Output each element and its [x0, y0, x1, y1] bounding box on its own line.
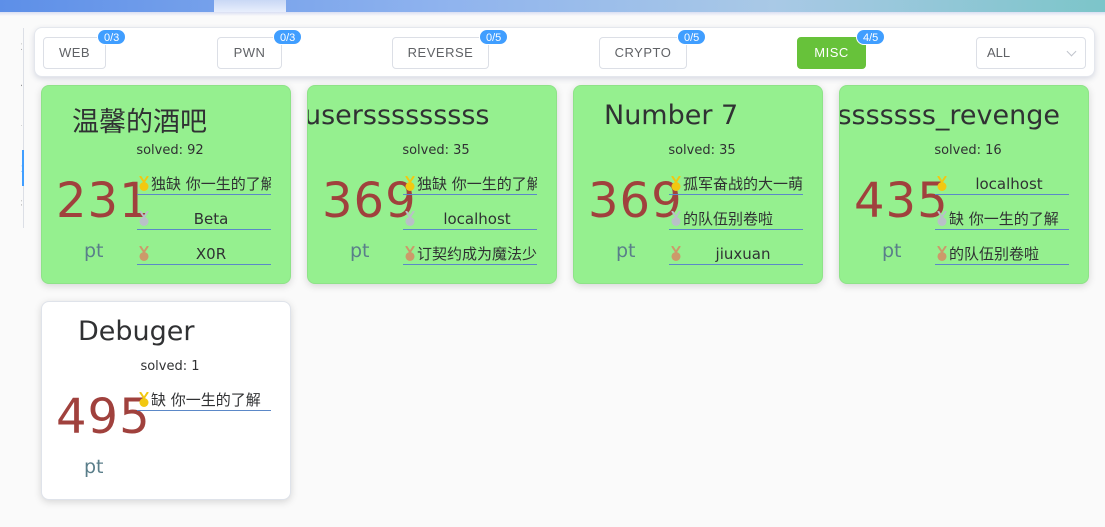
solved-count: solved: 16	[934, 143, 1002, 158]
category-label: MISC	[814, 45, 849, 60]
solver-row-first: localhost	[935, 173, 1069, 195]
solver-row-first: 独缺 你一生的了解	[137, 173, 271, 195]
top-nav-bar	[0, 0, 1105, 12]
category-web-button[interactable]: WEB	[43, 37, 106, 69]
solver-row-second: 的队伍别卷啦	[669, 208, 803, 230]
sidebar-item-label: 题	[21, 160, 22, 175]
top-nav-shadow	[0, 12, 1105, 16]
solver-row-first: 独缺 你一生的了解	[403, 173, 537, 195]
category-misc-button[interactable]: MISC	[797, 37, 866, 69]
solved-count: solved: 1	[140, 359, 200, 374]
solver-name: 缺 你一生的了解	[151, 391, 261, 409]
bronze-medal-icon	[937, 246, 947, 261]
category-crypto-button[interactable]: CRYPTO	[599, 37, 687, 69]
solver-name: 独缺 你一生的了解	[417, 175, 537, 193]
gold-medal-icon	[937, 176, 947, 191]
gold-medal-icon	[405, 176, 415, 191]
solver-name: 独缺 你一生的了解	[151, 175, 271, 193]
sidebar-item-1[interactable]: 题	[0, 30, 22, 62]
sidebar-item-2[interactable]: 伍	[0, 72, 22, 104]
category-reverse-button[interactable]: REVERSE	[392, 37, 489, 69]
bronze-medal-icon	[671, 246, 681, 261]
category-label: WEB	[58, 45, 91, 60]
category-crypto-badge: 0/5	[677, 29, 707, 45]
solver-row-first: 孤军奋战的大一萌新	[669, 173, 803, 195]
category-label: CRYPTO	[614, 45, 672, 60]
solver-row-second: Beta	[137, 208, 271, 230]
solver-row-second: localhost	[403, 208, 537, 230]
gold-medal-icon	[139, 392, 149, 407]
challenge-title: usersssssssss	[307, 100, 490, 131]
challenge-title: Number 7	[604, 100, 739, 131]
category-misc-badge: 4/5	[856, 29, 886, 45]
category-web-badge: 0/3	[97, 29, 127, 45]
solver-name: localhost	[975, 175, 1043, 193]
solved-count: solved: 35	[402, 143, 470, 158]
category-label: PWN	[233, 45, 266, 60]
challenge-card[interactable]: Debuger solved: 1 495 pt 缺 你一生的了解	[41, 301, 291, 500]
solver-name: localhost	[443, 210, 511, 228]
sidebar-item-label: 题	[21, 38, 22, 53]
gold-medal-icon	[139, 176, 149, 191]
solver-row-third: 订契约成为魔法少女	[403, 243, 537, 265]
solver-name: 孤军奋战的大一萌新	[683, 175, 803, 193]
solver-row-second: 缺 你一生的了解	[935, 208, 1069, 230]
challenge-card[interactable]: 温馨的酒吧 solved: 92 231 pt 独缺 你一生的了解 Beta X…	[41, 85, 291, 284]
solver-row-third: jiuxuan	[669, 243, 803, 265]
sidebar-item-3[interactable]: 告	[0, 112, 22, 144]
sidebar-item-label: 告	[21, 120, 22, 135]
difficulty-select[interactable]: ALL	[976, 37, 1086, 69]
select-value: ALL	[987, 45, 1011, 60]
sidebar-item-challenges[interactable]: 题	[0, 150, 24, 186]
challenge-card[interactable]: usersssssssss_revenge solved: 16 435 pt …	[839, 85, 1089, 284]
solver-row-third: 的队伍别卷啦	[935, 243, 1069, 265]
points-unit: pt	[84, 240, 104, 262]
category-pwn-button[interactable]: PWN	[217, 37, 282, 69]
sidebar-item-5[interactable]: 行	[0, 190, 22, 222]
points-unit: pt	[882, 240, 902, 262]
solver-name: jiuxuan	[715, 245, 771, 263]
silver-medal-icon	[937, 211, 947, 226]
category-pwn-badge: 0/3	[273, 29, 303, 45]
silver-medal-icon	[405, 211, 415, 226]
solved-count: solved: 92	[136, 143, 204, 158]
challenge-title: 温馨的酒吧	[72, 107, 207, 138]
points-unit: pt	[350, 240, 370, 262]
silver-medal-icon	[671, 211, 681, 226]
solver-row-first: 缺 你一生的了解	[137, 389, 271, 411]
sidebar: 题 伍 告 题 行	[0, 28, 24, 228]
bronze-medal-icon	[139, 246, 149, 261]
challenge-title: usersssssssss_revenge	[840, 100, 1060, 131]
points-unit: pt	[84, 456, 104, 478]
solver-name: Beta	[193, 210, 229, 228]
solver-name: 订契约成为魔法少女	[417, 245, 537, 263]
solver-row-third: X0R	[137, 243, 271, 265]
category-filter-bar	[34, 27, 1095, 77]
sidebar-item-label: 行	[21, 198, 22, 213]
challenge-title: Debuger	[78, 316, 195, 347]
challenge-card[interactable]: usersssssssss solved: 35 369 pt 独缺 你一生的了…	[307, 85, 557, 284]
category-label: REVERSE	[407, 45, 474, 60]
points-unit: pt	[616, 240, 636, 262]
chevron-down-icon	[1066, 46, 1077, 57]
solver-name: 的队伍别卷啦	[949, 245, 1040, 263]
sidebar-item-label: 伍	[21, 80, 22, 95]
gold-medal-icon	[671, 176, 681, 191]
solver-name: 的队伍别卷啦	[683, 210, 774, 228]
category-reverse-badge: 0/5	[479, 29, 509, 45]
solved-count: solved: 35	[668, 143, 736, 158]
solver-name: X0R	[195, 245, 227, 263]
bronze-medal-icon	[405, 246, 415, 261]
silver-medal-icon	[139, 211, 149, 226]
challenge-card[interactable]: Number 7 solved: 35 369 pt 孤军奋战的大一萌新 的队伍…	[573, 85, 823, 284]
solver-name: 缺 你一生的了解	[949, 210, 1059, 228]
top-nav-active-tab[interactable]	[214, 0, 286, 12]
